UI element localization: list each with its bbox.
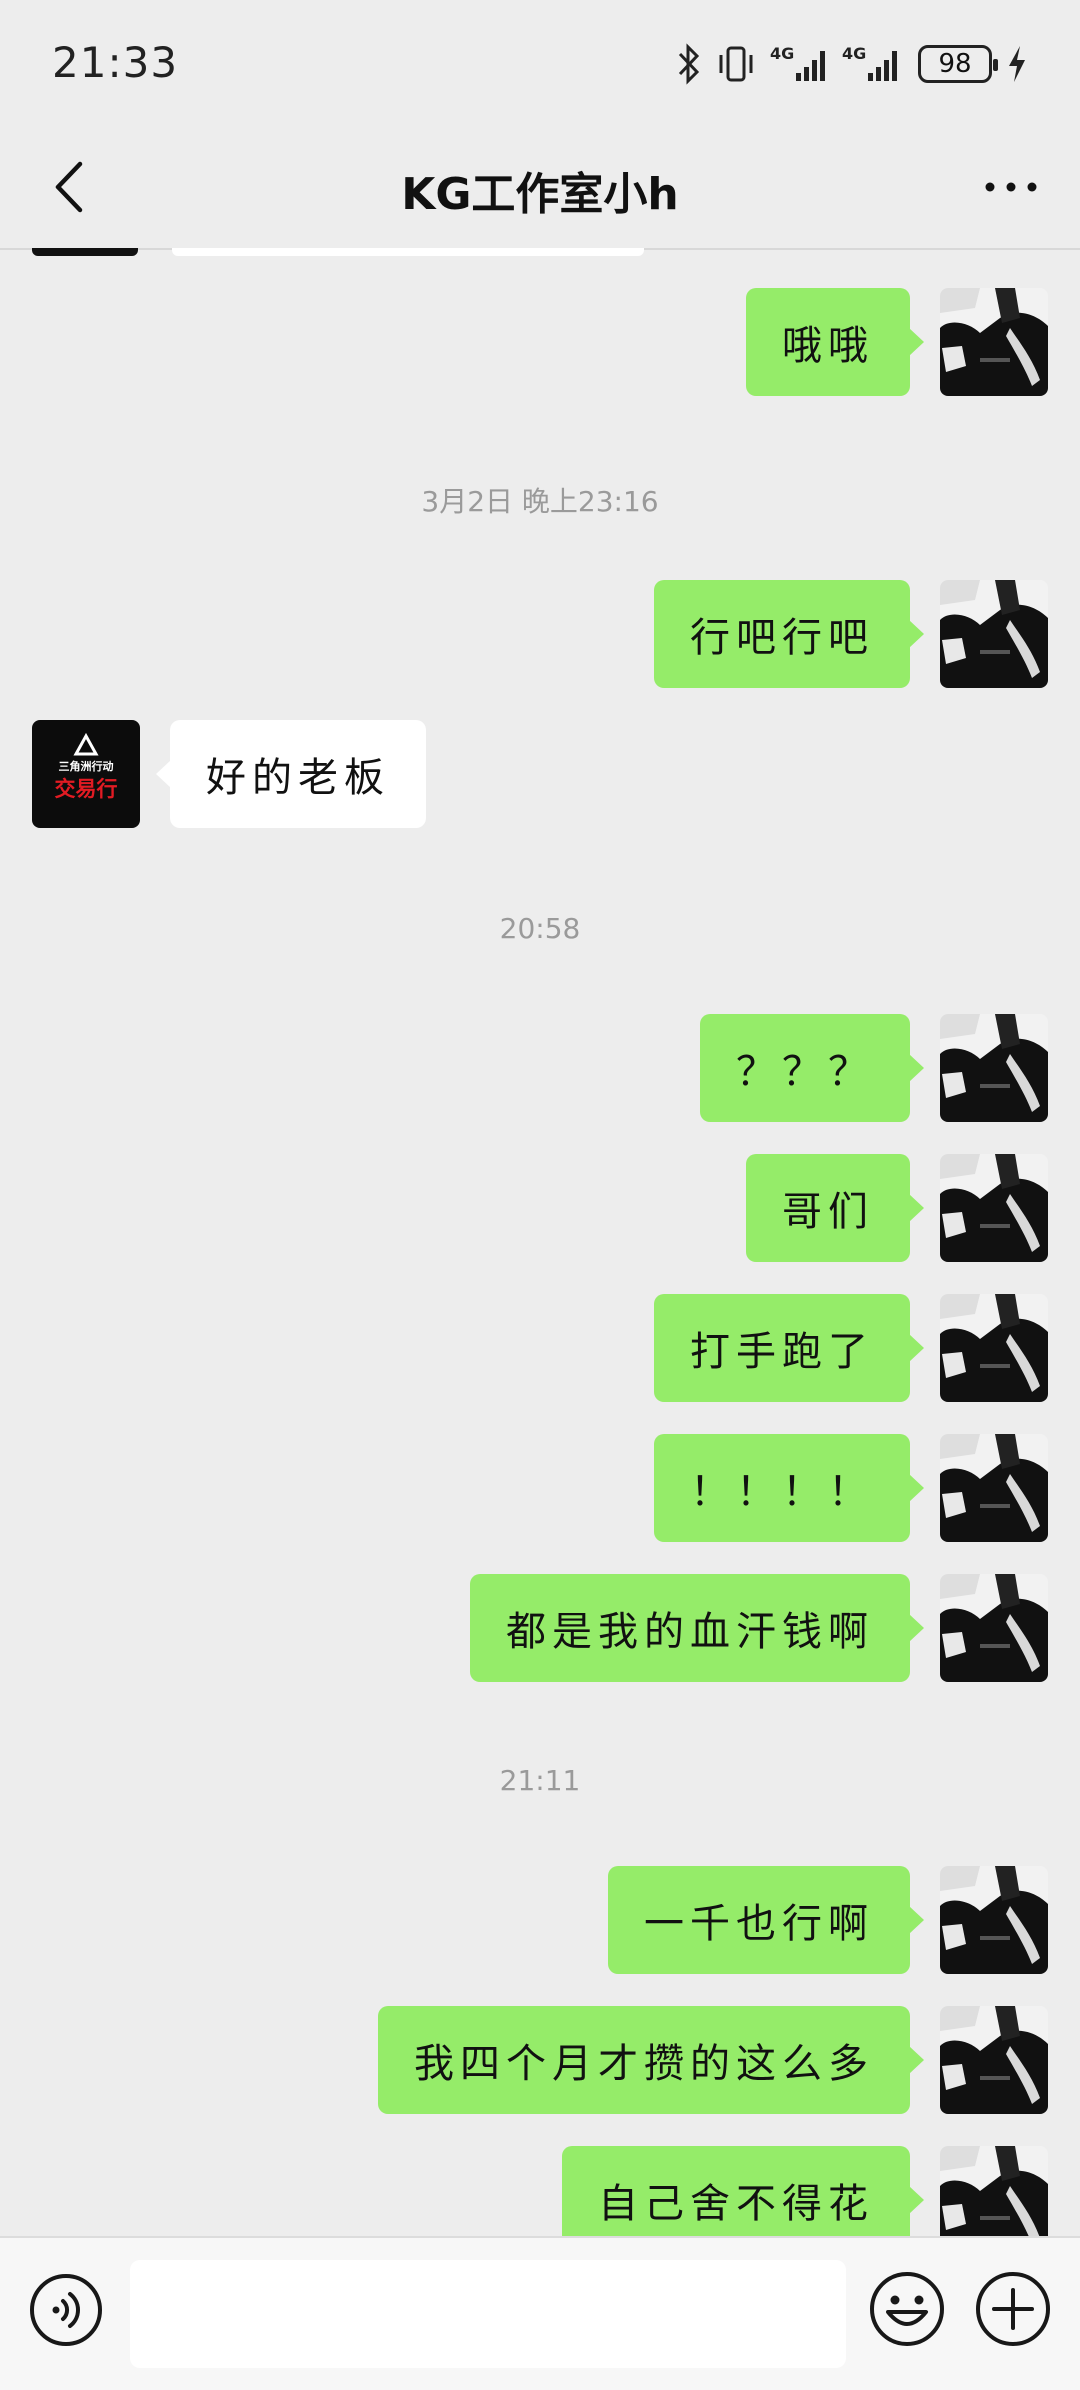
chat-message-list[interactable]: 哦哦 3月2日 晚上23:16 行吧行吧 三角洲行动 交易行 好的老板 20:5… [0, 250, 1080, 2236]
my-message-bubble[interactable]: ！！！！ [654, 1434, 924, 1542]
my-avatar[interactable] [940, 1294, 1048, 1402]
charging-icon [1009, 46, 1025, 82]
my-avatar[interactable] [940, 580, 1048, 688]
battery-level: 98 [938, 49, 972, 79]
more-options-button[interactable] [976, 152, 1046, 222]
message-row: ？？？ [0, 1014, 1080, 1122]
voice-icon [30, 2274, 102, 2346]
network-label-1: 4G [770, 44, 794, 63]
network-label-2: 4G [842, 44, 866, 63]
message-timestamp: 20:58 [499, 912, 581, 945]
more-icon [985, 182, 1037, 192]
message-row: 行吧行吧 [0, 580, 1080, 688]
my-message-bubble[interactable]: 都是我的血汗钱啊 [470, 1574, 924, 1682]
status-bar: 21:33 4G 4G 98 [0, 0, 1080, 128]
message-timestamp: 21:11 [499, 1764, 581, 1797]
signal-icon-2: 4G [842, 44, 897, 81]
vibrate-icon [719, 46, 753, 82]
emoji-icon [870, 2272, 944, 2346]
message-row: 打手跑了 [0, 1294, 1080, 1402]
chat-title: KG工作室小h [401, 169, 679, 220]
voice-input-button[interactable] [28, 2272, 104, 2348]
my-message-bubble[interactable]: 我四个月才攒的这么多 [378, 2006, 924, 2114]
message-row: 哦哦 [0, 288, 1080, 396]
my-avatar[interactable] [940, 2146, 1048, 2236]
emoji-button[interactable] [868, 2270, 946, 2348]
status-icons: 4G 4G 98 [676, 40, 1028, 88]
message-row: 我四个月才攒的这么多 [0, 2006, 1080, 2114]
chat-header: KG工作室小h [0, 128, 1080, 248]
my-message-bubble[interactable]: 哥们 [746, 1154, 924, 1262]
my-message-bubble[interactable]: 打手跑了 [654, 1294, 924, 1402]
more-functions-button[interactable] [974, 2270, 1052, 2348]
message-text-input[interactable] [130, 2260, 846, 2368]
message-row: 自己舍不得花 [0, 2146, 1080, 2236]
my-message-bubble[interactable]: 行吧行吧 [654, 580, 924, 688]
message-row: ！！！！ [0, 1434, 1080, 1542]
chat-input-bar [0, 2236, 1080, 2390]
my-avatar[interactable] [940, 1434, 1048, 1542]
my-avatar[interactable] [940, 1574, 1048, 1682]
my-avatar[interactable] [940, 1866, 1048, 1974]
message-row: 都是我的血汗钱啊 [0, 1574, 1080, 1682]
my-avatar[interactable] [940, 2006, 1048, 2114]
my-avatar[interactable] [940, 1014, 1048, 1122]
message-timestamp: 3月2日 晚上23:16 [421, 485, 659, 518]
my-message-bubble[interactable]: 一千也行啊 [608, 1866, 924, 1974]
avatar-text-main: 交易行 [55, 777, 118, 801]
battery-indicator: 98 [918, 45, 998, 83]
my-message-bubble[interactable]: 哦哦 [746, 288, 924, 396]
my-avatar[interactable] [940, 1154, 1048, 1262]
signal-icon-1: 4G [770, 44, 825, 81]
my-message-bubble[interactable]: ？？？ [700, 1014, 924, 1122]
contact-avatar[interactable]: 三角洲行动 交易行 [32, 720, 140, 828]
bluetooth-icon [678, 43, 700, 85]
message-row: 三角洲行动 交易行 好的老板 [0, 720, 1080, 828]
plus-icon [976, 2272, 1050, 2346]
my-avatar[interactable] [940, 288, 1048, 396]
avatar-text-top: 三角洲行动 [59, 759, 114, 773]
message-row: 哥们 [0, 1154, 1080, 1262]
status-time: 21:33 [52, 38, 179, 87]
message-row: 一千也行啊 [0, 1866, 1080, 1974]
contact-message-bubble[interactable]: 好的老板 [156, 720, 426, 828]
my-message-bubble[interactable]: 自己舍不得花 [562, 2146, 924, 2236]
